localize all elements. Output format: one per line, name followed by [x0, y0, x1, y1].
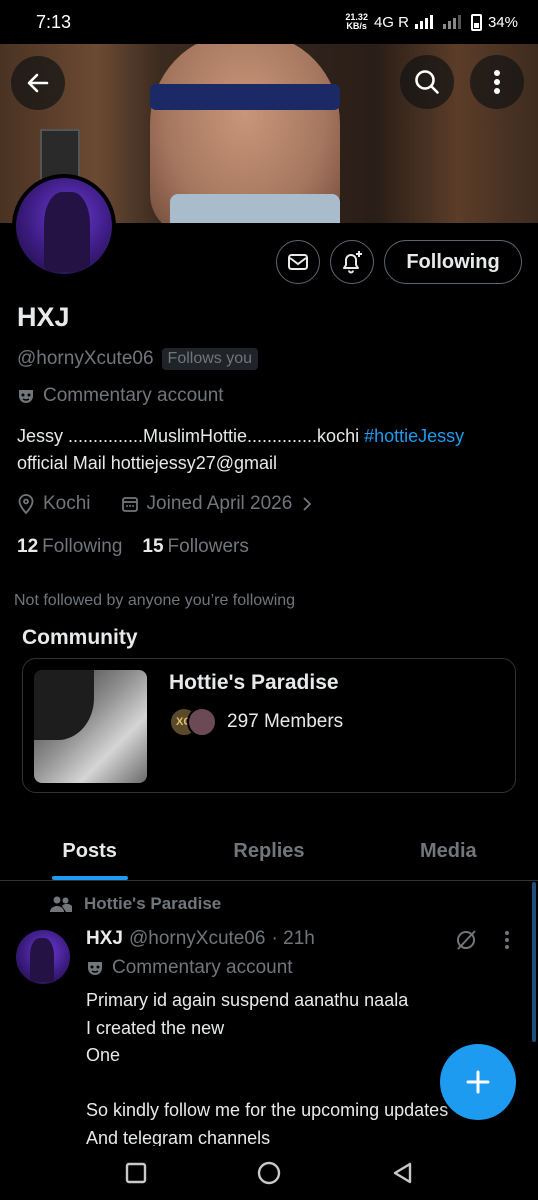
account-type-text: Commentary account — [43, 385, 224, 406]
tab-replies[interactable]: Replies — [179, 820, 358, 880]
followers-count-label: Followers — [167, 536, 249, 557]
tab-posts[interactable]: Posts — [0, 820, 179, 880]
community-cover-image — [34, 670, 147, 783]
post-account-type-text: Commentary account — [112, 957, 293, 978]
bio-hashtag-link[interactable]: #hottieJessy — [364, 426, 464, 446]
followers-count-link[interactable]: 15 Followers — [142, 536, 248, 558]
search-button[interactable] — [400, 55, 454, 109]
community-card[interactable]: Hottie's Paradise XG 297 Members — [22, 658, 516, 793]
network-type: 4G R — [373, 13, 409, 31]
theater-mask-icon — [88, 962, 102, 975]
bio-line-2: official Mail hottiejessy27@gmail — [17, 453, 278, 473]
notifications-button[interactable] — [330, 240, 374, 284]
status-bar: 7:13 21.32 KB/s 4G R 34% — [0, 0, 538, 44]
signal-icon — [414, 15, 433, 29]
plus-icon — [466, 1070, 490, 1094]
post-time: · 21h — [271, 928, 315, 949]
community-cover-detail — [34, 670, 94, 740]
battery-level: 34% — [487, 13, 518, 31]
battery-icon — [470, 13, 482, 31]
more-options-button[interactable] — [470, 55, 524, 109]
following-count-label: Following — [42, 536, 123, 557]
account-type-label[interactable]: Commentary account — [17, 385, 224, 407]
post-account-type: Commentary account — [86, 957, 293, 979]
network-speed-unit: KB/s — [346, 21, 367, 31]
community-section-title: Community — [22, 626, 138, 649]
member-avatars: XG — [169, 707, 217, 737]
post-community-context[interactable]: Hottie's Paradise — [50, 894, 221, 914]
follows-you-badge: Follows you — [161, 348, 259, 370]
community-name: Hottie's Paradise — [169, 671, 339, 694]
chevron-right-icon[interactable] — [300, 496, 314, 512]
search-icon — [415, 70, 439, 94]
more-vertical-icon — [494, 70, 500, 94]
tab-media[interactable]: Media — [359, 820, 538, 880]
people-icon — [50, 896, 72, 912]
signal-icon-secondary — [442, 15, 461, 29]
post-author-name[interactable]: HXJ — [86, 928, 123, 950]
recent-apps-icon[interactable] — [125, 1162, 147, 1184]
more-vertical-icon — [505, 931, 509, 949]
post-author-avatar[interactable] — [16, 930, 70, 984]
post-avatar-photo-subject — [30, 938, 54, 982]
calendar-icon — [121, 497, 138, 512]
following-count-link[interactable]: 12 Following — [17, 536, 122, 558]
handle-row: @hornyXcute06 Follows you — [17, 348, 259, 370]
follow-counts: 12 Following 15 Followers — [17, 536, 249, 558]
back-triangle-icon[interactable] — [391, 1161, 413, 1185]
location-text: Kochi — [43, 493, 91, 514]
community-members: XG 297 Members — [169, 707, 343, 737]
profile-avatar[interactable] — [12, 174, 116, 278]
back-arrow-icon — [27, 73, 49, 93]
post-community-name: Hottie's Paradise — [84, 894, 222, 913]
profile-handle: @hornyXcute06 — [17, 348, 154, 369]
home-icon[interactable] — [256, 1160, 282, 1186]
bio-line-1: Jessy ...............MuslimHottie.......… — [17, 426, 365, 446]
grok-button[interactable] — [454, 928, 478, 957]
member-count: 297 Members — [227, 711, 344, 732]
message-button[interactable] — [276, 240, 320, 284]
profile-name: HXJ — [17, 302, 70, 332]
compose-post-button[interactable] — [440, 1044, 516, 1120]
system-navigation-bar — [0, 1146, 538, 1200]
profile-tabs: Posts Replies Media — [0, 820, 538, 881]
back-button[interactable] — [11, 56, 65, 110]
profile-meta: Kochi Joined April 2026 — [17, 493, 314, 515]
scrollbar[interactable] — [532, 882, 536, 1042]
location-pin-icon — [18, 494, 34, 514]
status-indicators: 21.32 KB/s 4G R 34% — [345, 13, 518, 31]
theater-mask-icon — [19, 390, 33, 403]
bell-plus-icon — [343, 251, 362, 274]
member-avatar — [187, 707, 217, 737]
avatar-photo-subject — [44, 192, 90, 272]
banner-photo-detail-lower — [170, 194, 340, 223]
post-header: HXJ @hornyXcute06 · 21h — [86, 928, 315, 950]
mail-icon — [288, 254, 308, 270]
banner-photo-detail — [150, 84, 340, 110]
joined-date: Joined April 2026 — [146, 493, 293, 514]
grok-icon — [457, 930, 476, 950]
profile-bio: Jessy ...............MuslimHottie.......… — [17, 423, 532, 477]
following-count: 12 — [17, 536, 39, 557]
post-author-handle: @hornyXcute06 — [128, 928, 266, 949]
followers-count: 15 — [142, 536, 164, 557]
network-speed: 21.32 KB/s — [345, 13, 368, 31]
status-time: 7:13 — [36, 11, 72, 32]
not-followed-note: Not followed by anyone you’re following — [14, 592, 296, 609]
following-button[interactable]: Following — [384, 240, 522, 284]
post-more-button[interactable] — [504, 930, 510, 955]
